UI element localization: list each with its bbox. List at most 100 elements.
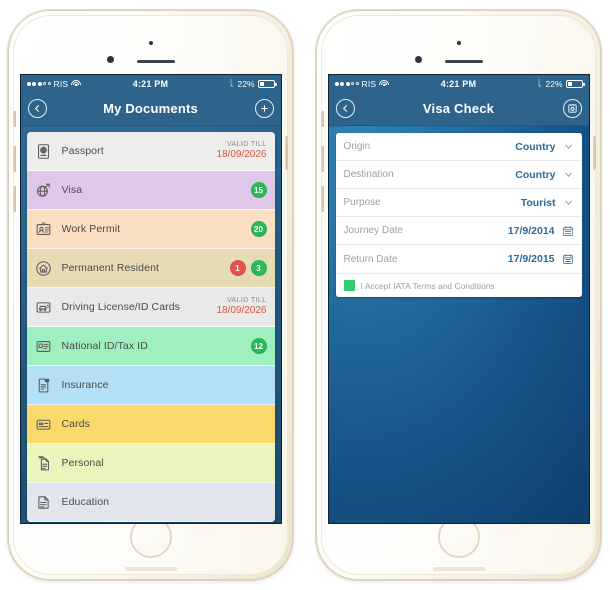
status-left-group: RIS — [26, 79, 82, 89]
calendar-icon[interactable] — [562, 253, 574, 265]
battery-icon — [257, 79, 277, 88]
passport-icon — [34, 142, 53, 161]
battery-icon-right — [565, 79, 585, 88]
document-label: Insurance — [61, 379, 109, 391]
bluetooth-icon: ᚳ — [229, 78, 235, 88]
validity-caption: VALID TILL — [226, 297, 267, 305]
chevron-down-icon[interactable] — [563, 141, 574, 152]
personal-docs-icon — [34, 454, 53, 473]
carrier-label-right: RIS — [361, 78, 377, 89]
form-row-origin[interactable]: Origin Country — [335, 133, 582, 161]
validity-block: VALID TILL 18/09/2026 — [216, 297, 266, 317]
documents-screen-body: Passport VALID TILL 18/09/2026 Visa 15 Work P… — [20, 126, 281, 523]
status-right-group-right: ᚳ 22% — [537, 78, 585, 89]
signal-strength-icon-right — [334, 81, 359, 86]
document-label: Education — [61, 496, 110, 508]
form-field-label: Journey Date — [343, 225, 403, 236]
back-arrow-icon[interactable] — [27, 99, 47, 118]
car-card-icon — [34, 298, 53, 317]
document-row-national-id-tax-id[interactable]: National ID/Tax ID 12 — [26, 327, 275, 366]
navbar-right: Visa Check — [328, 92, 589, 126]
badge-group: 13 — [229, 260, 267, 276]
form-field-label: Destination — [343, 169, 394, 180]
checkbox-checked-icon[interactable] — [343, 280, 355, 291]
insurance-doc-icon — [34, 376, 53, 395]
volume-down-button[interactable] — [13, 186, 16, 212]
status-right-group: ᚳ 22% — [229, 78, 277, 89]
form-field-value[interactable]: Country — [515, 141, 555, 153]
document-row-insurance[interactable]: Insurance — [26, 366, 275, 405]
terms-row[interactable]: I Accept IATA Terms and Conditions — [335, 273, 582, 297]
visa-check-screen-body: Origin Country Destination Country Purpose To… — [328, 126, 589, 523]
back-arrow-icon-right[interactable] — [335, 99, 355, 118]
count-badge: 12 — [250, 338, 267, 354]
status-bar-right: RIS 4:21 PM ᚳ 22% — [328, 75, 589, 92]
wifi-icon — [71, 79, 82, 88]
documents-list[interactable]: Passport VALID TILL 18/09/2026 Visa 15 Work P… — [26, 132, 275, 522]
validity-date: 18/09/2026 — [216, 149, 267, 161]
document-label: Cards — [61, 418, 91, 430]
status-left-group-right: RIS — [334, 78, 390, 89]
volume-down-button-right[interactable] — [321, 186, 324, 212]
silent-switch[interactable] — [13, 111, 16, 127]
form-field-label: Origin — [343, 141, 371, 152]
badge-group: 12 — [250, 338, 267, 354]
form-row-purpose[interactable]: Purpose Tourist — [335, 189, 582, 217]
badge-group: 15 — [250, 182, 267, 198]
power-button-right[interactable] — [593, 136, 596, 170]
national-id-icon — [34, 337, 53, 356]
form-field-label: Purpose — [343, 197, 381, 208]
phone-device-left: RIS 4:21 PM ᚳ 22% My Documents Passport … — [8, 10, 293, 580]
form-field-value[interactable]: 17/9/2015 — [508, 253, 555, 265]
signal-strength-icon — [26, 81, 51, 86]
document-label: Passport — [61, 145, 104, 157]
count-badge: 20 — [250, 221, 267, 237]
form-row-journey-date[interactable]: Journey Date 17/9/2014 — [335, 217, 582, 245]
status-bar-left: RIS 4:21 PM ᚳ 22% — [20, 75, 281, 92]
bottom-vent — [124, 567, 177, 571]
power-button[interactable] — [285, 136, 288, 170]
validity-caption: VALID TILL — [226, 141, 267, 149]
document-label: Work Permit — [61, 223, 121, 235]
battery-percent-label-right: 22% — [545, 78, 563, 89]
document-label: Permanent Resident — [61, 262, 160, 274]
silent-switch-right[interactable] — [321, 111, 324, 127]
proximity-sensor-icon — [106, 56, 114, 63]
house-icon — [34, 259, 53, 278]
page-title-left: My Documents — [103, 101, 198, 116]
form-field-value[interactable]: 17/9/2014 — [508, 225, 555, 237]
volume-up-button[interactable] — [13, 146, 16, 172]
plus-icon[interactable] — [254, 99, 274, 118]
form-row-return-date[interactable]: Return Date 17/9/2015 — [335, 245, 582, 273]
visa-check-form: Origin Country Destination Country Purpose To… — [335, 133, 582, 297]
document-label: Visa — [61, 184, 83, 196]
document-row-driving-license-id-cards[interactable]: Driving License/ID Cards VALID TILL 18/09/… — [26, 288, 275, 327]
document-row-personal[interactable]: Personal — [26, 444, 275, 483]
navbar-left: My Documents — [20, 92, 281, 126]
validity-date: 18/09/2026 — [216, 305, 267, 317]
volume-up-button-right[interactable] — [321, 146, 324, 172]
form-field-value[interactable]: Tourist — [521, 197, 556, 209]
battery-percent-label: 22% — [237, 78, 255, 89]
form-field-value[interactable]: Country — [515, 169, 555, 181]
document-row-passport[interactable]: Passport VALID TILL 18/09/2026 — [26, 132, 275, 171]
document-row-permanent-resident[interactable]: Permanent Resident 1 3 — [26, 249, 275, 288]
calendar-icon[interactable] — [562, 225, 574, 237]
earpiece-speaker — [136, 60, 175, 63]
document-row-work-permit[interactable]: Work Permit 20 — [26, 210, 275, 249]
globe-arrow-icon — [34, 181, 53, 200]
chevron-down-icon[interactable] — [563, 169, 574, 180]
form-row-destination[interactable]: Destination Country — [335, 161, 582, 189]
proximity-sensor-icon-right — [414, 56, 422, 63]
document-label: Personal — [61, 457, 104, 469]
id-badge-icon — [34, 220, 53, 239]
document-row-visa[interactable]: Visa 15 — [26, 171, 275, 210]
count-badge: 15 — [250, 182, 267, 198]
chevron-down-icon[interactable] — [563, 197, 574, 208]
document-row-cards[interactable]: Cards — [26, 405, 275, 444]
document-row-education[interactable]: Education — [26, 483, 275, 522]
education-doc-icon — [34, 493, 53, 512]
camera-save-icon[interactable] — [562, 99, 582, 118]
badge-group: 20 — [250, 221, 267, 237]
screen-left: RIS 4:21 PM ᚳ 22% My Documents Passport … — [19, 74, 282, 524]
